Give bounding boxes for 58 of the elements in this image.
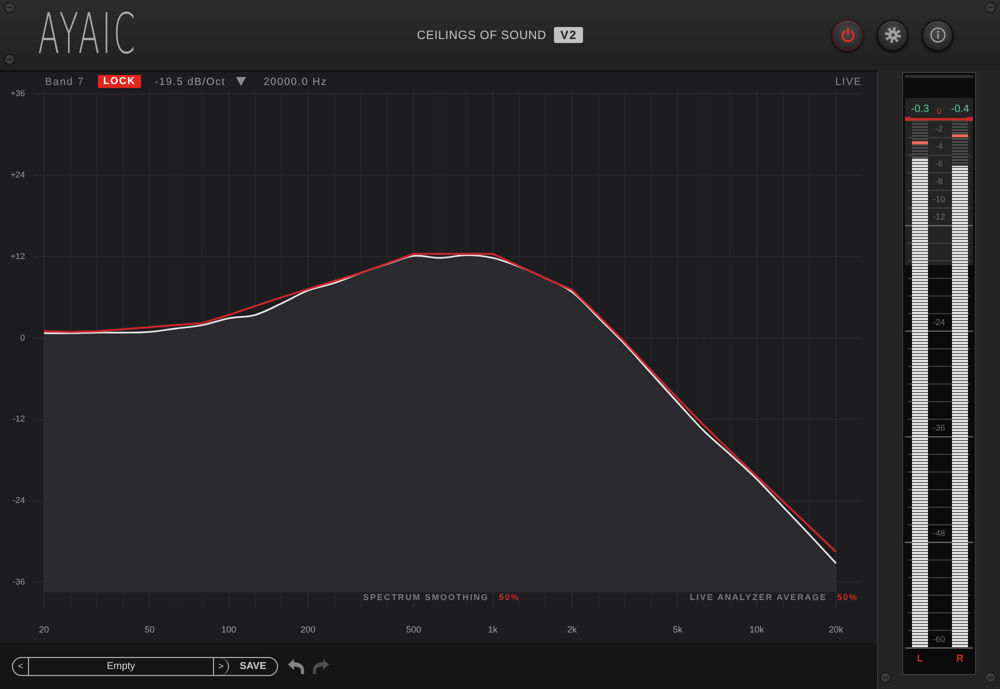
screw-icon [880,672,891,683]
x-axis-label: 500 [406,624,422,634]
screw-icon [985,2,996,13]
x-axis-label: 200 [300,624,316,634]
save-button[interactable]: SAVE [229,658,277,674]
meter-scale-label: -36 [932,422,946,433]
x-axis-label: 2k [567,624,577,634]
meter-scale-label: -4 [935,140,943,151]
info-button[interactable] [922,20,953,50]
meter-scale-label: -6 [935,158,943,169]
meter-scale-label: -10 [932,194,946,204]
setting-label: SPECTRUM SMOOTHING [363,592,489,602]
lock-toggle[interactable]: LOCK [98,75,141,88]
power-button[interactable] [832,20,863,50]
frequency-value[interactable]: 20000.0 Hz [264,76,328,88]
meter-scale-label: -60 [932,634,946,644]
x-axis-label: 10k [750,624,764,634]
channel-label: R [956,654,964,665]
meter-scale-label: -12 [932,211,946,222]
y-axis-label: +12 [10,250,25,261]
x-axis-label: 100 [221,624,236,634]
settings-button[interactable] [877,20,908,50]
app-title: CEILINGS OF SOUND [416,28,546,42]
y-axis-label: -36 [12,576,25,587]
x-axis-label: 5k [672,624,682,634]
x-axis-label: 20 [39,624,49,634]
meter-scale-label: -2 [935,123,943,134]
y-axis-label: 0 [20,332,25,342]
undo-icon[interactable] [287,658,305,674]
setting-value[interactable]: 50% [837,592,858,602]
preset-name-field[interactable]: Empty [28,658,214,674]
dropdown-caret-icon[interactable] [236,77,246,86]
band-label: Band 7 [45,76,84,88]
meter-scale-label: -24 [932,316,946,327]
meter-scale-label: 0 [936,106,942,116]
previous-preset-button[interactable]: < [13,658,28,674]
y-axis-label: -12 [12,414,25,424]
screw-icon [985,672,996,683]
y-axis-label: -24 [12,495,25,506]
x-axis-label: 20k [828,624,844,634]
channel-label: L [916,654,924,665]
x-axis-label: 50 [144,624,155,634]
peak-readout: -0.3 [910,102,930,115]
setting-label: LIVE ANALYZER AVERAGE [690,592,828,602]
logo: AYAIC [38,7,138,63]
next-preset-button[interactable]: > [214,658,229,674]
y-axis-label: +36 [10,88,25,98]
meter-scale-label: -48 [932,528,946,538]
y-axis-label: +24 [10,169,25,180]
x-axis-label: 1k [488,624,498,634]
peak-readout: -0.4 [950,102,970,115]
screw-icon [4,2,15,13]
setting-value[interactable]: 50% [498,592,520,602]
version-tag: V2 [554,27,584,43]
meter-scale-label: -8 [935,176,943,186]
screw-icon [4,54,15,65]
live-label: LIVE [835,76,862,88]
slope-value[interactable]: -19.5 dB/Oct [154,76,226,88]
